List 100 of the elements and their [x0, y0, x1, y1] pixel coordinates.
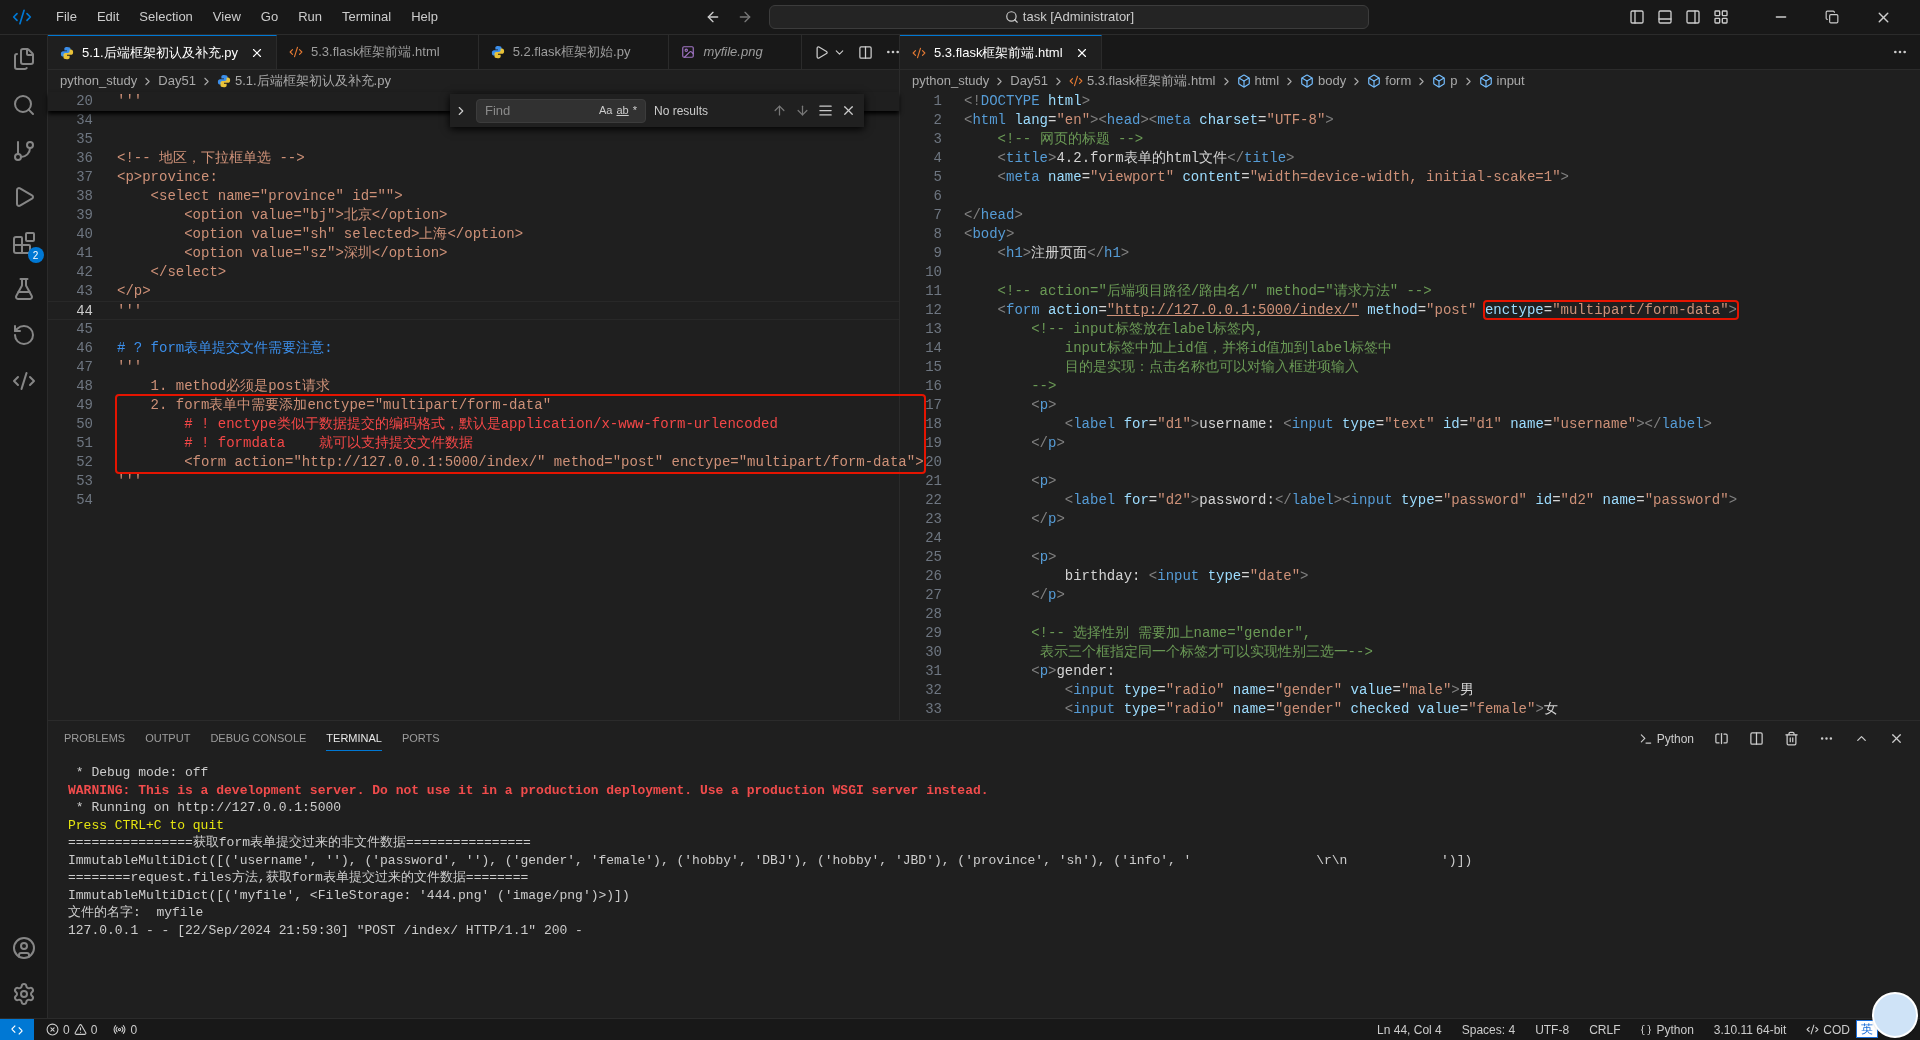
settings-icon[interactable]: [11, 982, 36, 1006]
down-arrow-icon[interactable]: [795, 103, 810, 118]
menu-item[interactable]: File: [48, 7, 85, 27]
restore-icon[interactable]: [1825, 10, 1839, 24]
panel-toggle-icon[interactable]: [1657, 9, 1673, 25]
breadcrumb-item[interactable]: html: [1254, 71, 1280, 91]
status-item[interactable]: Spaces: 4: [1461, 1020, 1516, 1039]
line-number: 45: [75, 320, 93, 339]
toggle-button[interactable]: *: [632, 102, 637, 119]
status-item[interactable]: 3.10.11 64-bit: [1713, 1020, 1787, 1039]
menu-item[interactable]: Edit: [88, 7, 128, 27]
split-editor-icon[interactable]: [857, 44, 873, 60]
code-line: <p>province:: [117, 168, 218, 187]
code-line: <html lang="en"><head><meta charset="UTF-8">: [964, 111, 1334, 130]
cube-icon: [1478, 74, 1493, 88]
breadcrumb-item[interactable]: 5.3.flask框架前端.html: [1086, 71, 1216, 91]
panel-tab[interactable]: OUTPUT: [145, 726, 191, 751]
editor-tab[interactable]: 5.1.后端框架初认及补充.py: [48, 35, 278, 69]
file-type-icon: [60, 45, 74, 60]
terminal-name[interactable]: Python: [1656, 729, 1694, 748]
editor-tab[interactable]: 5.2.flask框架初始.py: [478, 35, 670, 69]
line-number: 6: [932, 187, 942, 206]
code-line: ''': [117, 302, 143, 321]
trash-icon[interactable]: [1784, 731, 1799, 746]
line-number: 28: [924, 605, 942, 624]
panel-tab[interactable]: PROBLEMS: [64, 726, 126, 751]
split-terminal-icon[interactable]: [1714, 731, 1729, 746]
error-count[interactable]: 0: [63, 1020, 70, 1039]
code-icon[interactable]: [11, 369, 36, 393]
port-count[interactable]: 0: [130, 1020, 138, 1039]
assistant-avatar[interactable]: [1872, 992, 1918, 1038]
menu-item[interactable]: Selection: [131, 7, 201, 27]
search-icon[interactable]: [11, 93, 36, 117]
secondary-sidebar-icon[interactable]: [1685, 9, 1701, 25]
code-line: <p>: [1030, 472, 1057, 491]
run-icon[interactable]: [813, 44, 829, 60]
line-number: 4: [932, 149, 942, 168]
line-number: 12: [924, 301, 942, 320]
explorer-icon[interactable]: [11, 47, 36, 71]
breadcrumb-item[interactable]: body: [1318, 71, 1347, 91]
terminal-line: ========request.files方法,获取form表单提交过来的文件数据========: [68, 869, 530, 887]
line-number: 18: [924, 415, 942, 434]
panel-tab[interactable]: DEBUG CONSOLE: [210, 726, 307, 751]
breadcrumb-item[interactable]: Day51: [1010, 71, 1048, 91]
line-number: 47: [75, 358, 93, 377]
status-item[interactable]: UTF-8: [1535, 1020, 1570, 1039]
code-line: <!DOCTYPE html>: [964, 92, 1091, 111]
line-number: 22: [924, 491, 942, 510]
menu-item[interactable]: Go: [252, 7, 287, 27]
circular-arrow-icon[interactable]: [11, 323, 36, 347]
line-number: 27: [924, 586, 942, 605]
remote-icon: [10, 1022, 24, 1037]
close-icon[interactable]: [841, 103, 856, 118]
menu-item[interactable]: Terminal: [334, 7, 400, 27]
toggle-button[interactable]: ab: [616, 102, 629, 119]
image-icon: [681, 45, 696, 59]
breadcrumb-item[interactable]: p: [1450, 71, 1458, 91]
account-icon[interactable]: [11, 936, 36, 960]
ime-indicator[interactable]: 英: [1856, 1020, 1878, 1038]
terminal-line: * Debug mode: off: [74, 764, 210, 782]
editor-tab[interactable]: 5.3.flask框架前端.html: [900, 35, 1102, 69]
status-item[interactable]: CRLF: [1589, 1020, 1621, 1039]
line-number: 14: [924, 339, 942, 358]
line-number: 41: [75, 244, 93, 263]
code-line: <!-- 地区，下拉框单选 -->: [117, 149, 305, 168]
split-icon[interactable]: [1749, 731, 1764, 746]
status-item[interactable]: Python: [1656, 1020, 1694, 1039]
layout-icon[interactable]: [1713, 9, 1729, 25]
menu-item[interactable]: Help: [403, 7, 446, 27]
editor-tab[interactable]: myfile.png: [669, 35, 802, 69]
breadcrumb-item[interactable]: python_study: [912, 71, 990, 91]
remote-button[interactable]: [0, 1019, 34, 1040]
code-line: <form action="http://127.0.0.1:5000/index/" method="post" enctype="multipart/form-data">: [183, 453, 924, 472]
breadcrumb-item[interactable]: Day51: [158, 71, 196, 91]
source-control-icon[interactable]: [11, 139, 36, 163]
code-line: <meta name="viewport" content="width=device-width, initial-scake=1">: [996, 168, 1569, 187]
status-item[interactable]: COD: [1823, 1020, 1850, 1039]
line-number: 10: [924, 263, 942, 282]
editor-tab[interactable]: 5.3.flask框架前端.html: [277, 35, 479, 69]
selection-icon[interactable]: [818, 103, 833, 118]
warning-count[interactable]: 0: [90, 1020, 98, 1039]
code-line: # ? form表单提交文件需要注意:: [117, 339, 333, 358]
line-number: 53: [75, 472, 93, 491]
panel-tab[interactable]: TERMINAL: [326, 725, 382, 752]
command-center[interactable]: task [Administrator]: [769, 5, 1370, 29]
status-item[interactable]: Ln 44, Col 4: [1377, 1020, 1442, 1039]
breadcrumb-item[interactable]: python_study: [60, 71, 138, 91]
panel-tab[interactable]: PORTS: [401, 726, 440, 751]
close-icon[interactable]: [1889, 731, 1904, 746]
breadcrumb-item[interactable]: input: [1496, 71, 1525, 91]
find-field[interactable]: Find Aa ab *: [476, 98, 646, 123]
toggle-button[interactable]: Aa: [599, 102, 613, 119]
sidebar-toggle-icon[interactable]: [1629, 9, 1645, 25]
cube-icon: [1432, 74, 1447, 88]
line-number: 49: [75, 396, 93, 415]
breadcrumb-item[interactable]: 5.1.后端框架初认及补充.py: [234, 71, 391, 91]
line-number: 21: [924, 472, 942, 491]
breadcrumb-item[interactable]: form: [1385, 71, 1412, 91]
menu-item[interactable]: View: [204, 7, 249, 27]
menu-item[interactable]: Run: [290, 7, 330, 27]
